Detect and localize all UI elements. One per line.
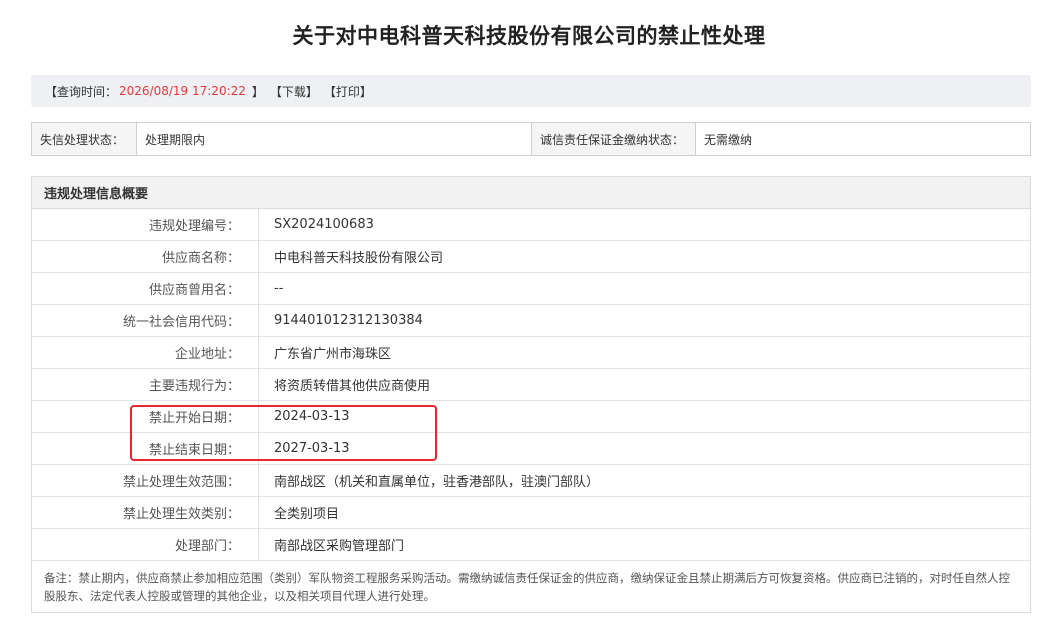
row-value: 广东省广州市海珠区: [274, 347, 392, 362]
deposit-status-value: 无需缴纳: [704, 132, 753, 147]
row-value: 南部战区（机关和直属单位，驻香港部队，驻澳门部队）: [274, 475, 600, 490]
query-time-value: 2026/08/19 17:20:22: [119, 84, 246, 98]
remark-note: 备注：禁止期内，供应商禁止参加相应范围（类别）军队物资工程服务采购活动。需缴纳诚…: [44, 571, 1010, 603]
info-row-effective-category: 禁止处理生效类别： 全类别项目: [32, 497, 1030, 529]
violation-info-panel: 违规处理信息概要 违规处理编号： SX2024100683 供应商名称： 中电科…: [31, 176, 1031, 613]
info-row-violation-behavior: 主要违规行为： 将资质转借其他供应商使用: [32, 369, 1030, 401]
row-value: SX2024100683: [274, 217, 374, 232]
info-row-former-name: 供应商曾用名： --: [32, 273, 1030, 305]
row-value: 中电科普天科技股份有限公司: [274, 251, 444, 266]
row-value: 南部战区采购管理部门: [274, 539, 405, 554]
query-time-label: 【查询时间：: [45, 84, 118, 99]
info-row-credit-code: 统一社会信用代码： 914401012312130384: [32, 305, 1030, 337]
row-value: 914401012312130384: [274, 313, 423, 328]
row-key: 禁止处理生效范围：: [32, 465, 259, 496]
deposit-status-label: 诚信责任保证金缴纳状态：: [532, 123, 696, 155]
row-key: 禁止处理生效类别：: [32, 497, 259, 528]
info-row-violation-number: 违规处理编号： SX2024100683: [32, 209, 1030, 241]
credit-status-label: 失信处理状态：: [32, 123, 137, 155]
credit-status-value: 处理期限内: [137, 123, 532, 155]
download-link[interactable]: 【下载】: [270, 83, 318, 100]
row-value: 全类别项目: [274, 507, 340, 522]
status-table: 失信处理状态： 处理期限内 诚信责任保证金缴纳状态： 无需缴纳: [31, 122, 1031, 156]
row-value: 2024-03-13: [274, 409, 350, 424]
row-value: --: [274, 281, 284, 296]
row-value: 将资质转借其他供应商使用: [274, 379, 431, 394]
info-row-start-date: 禁止开始日期： 2024-03-13: [32, 401, 1030, 433]
row-key: 企业地址：: [32, 337, 259, 368]
row-key: 供应商曾用名：: [32, 273, 259, 304]
info-row-end-date: 禁止结束日期： 2027-03-13: [32, 433, 1030, 465]
info-row-supplier-name: 供应商名称： 中电科普天科技股份有限公司: [32, 241, 1030, 273]
print-link[interactable]: 【打印】: [324, 83, 372, 100]
info-row-effective-scope: 禁止处理生效范围： 南部战区（机关和直属单位，驻香港部队，驻澳门部队）: [32, 465, 1030, 497]
query-bar: 【查询时间： 2026/08/19 17:20:22 】 【下载】 【打印】: [31, 75, 1031, 107]
row-key: 统一社会信用代码：: [32, 305, 259, 336]
info-row-department: 处理部门： 南部战区采购管理部门: [32, 529, 1030, 561]
panel-header: 违规处理信息概要: [32, 177, 1030, 209]
row-value: 2027-03-13: [274, 441, 350, 456]
page-title: 关于对中电科普天科技股份有限公司的禁止性处理: [292, 24, 766, 48]
row-key: 处理部门：: [32, 529, 259, 560]
row-key: 禁止开始日期：: [32, 401, 259, 432]
info-row-address: 企业地址： 广东省广州市海珠区: [32, 337, 1030, 369]
query-time-close: 】: [251, 84, 264, 99]
row-key: 违规处理编号：: [32, 209, 259, 240]
row-key: 供应商名称：: [32, 241, 259, 272]
row-key: 主要违规行为：: [32, 369, 259, 400]
row-key: 禁止结束日期：: [32, 433, 259, 464]
